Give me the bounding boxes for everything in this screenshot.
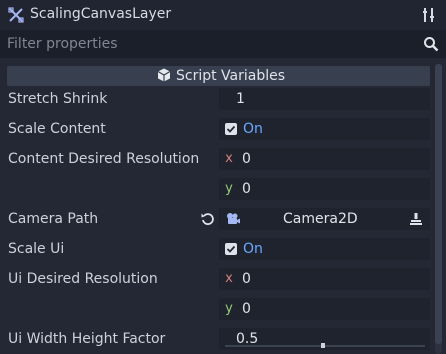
ui-res-y-value: 0: [242, 301, 251, 317]
search-icon[interactable]: [423, 36, 439, 52]
camera-path-label: Camera Path: [8, 211, 99, 227]
scale-content-checkbox[interactable]: [225, 123, 237, 135]
factor-slider-grabber[interactable]: [321, 343, 325, 348]
script-cube-icon: [157, 68, 171, 82]
scale-content-label: Scale Content: [8, 121, 106, 137]
ui-width-height-factor-label: Ui Width Height Factor: [8, 331, 166, 347]
ui-res-y-axis: y: [225, 301, 233, 316]
reset-icon[interactable]: [200, 211, 216, 227]
ui-desired-resolution-label: Ui Desired Resolution: [8, 271, 158, 287]
stretch-shrink-field[interactable]: [219, 88, 430, 110]
canvas-layer-icon: [8, 7, 24, 23]
scrollbar-grabber[interactable]: [435, 64, 442, 344]
ui-res-x-value: 0: [242, 271, 251, 287]
property-tools-icon[interactable]: [420, 6, 438, 24]
content-res-y-axis: y: [225, 181, 233, 196]
content-res-x-axis: x: [225, 151, 233, 166]
node-name-label: ScalingCanvasLayer: [30, 6, 172, 22]
inspector-header: ScalingCanvasLayer: [0, 0, 446, 30]
stretch-shrink-value: 1: [236, 91, 245, 107]
stretch-shrink-label: Stretch Shrink: [8, 91, 108, 107]
camera2d-icon: [227, 213, 240, 224]
content-desired-resolution-label: Content Desired Resolution: [8, 151, 200, 167]
scale-ui-label: Scale Ui: [8, 241, 65, 257]
content-res-y-value: 0: [242, 181, 251, 197]
filter-bar: [0, 30, 446, 58]
scale-ui-checkbox[interactable]: [225, 243, 237, 255]
content-res-x-value: 0: [242, 151, 251, 167]
scale-ui-state[interactable]: On: [243, 239, 263, 259]
factor-slider-track[interactable]: [225, 345, 425, 347]
filter-properties-input[interactable]: [7, 34, 407, 54]
section-label: Script Variables: [176, 68, 286, 84]
assign-node-icon[interactable]: [408, 211, 424, 227]
camera-path-value: Camera2D: [283, 211, 358, 227]
scale-content-state[interactable]: On: [243, 119, 263, 139]
ui-res-x-axis: x: [225, 271, 233, 286]
